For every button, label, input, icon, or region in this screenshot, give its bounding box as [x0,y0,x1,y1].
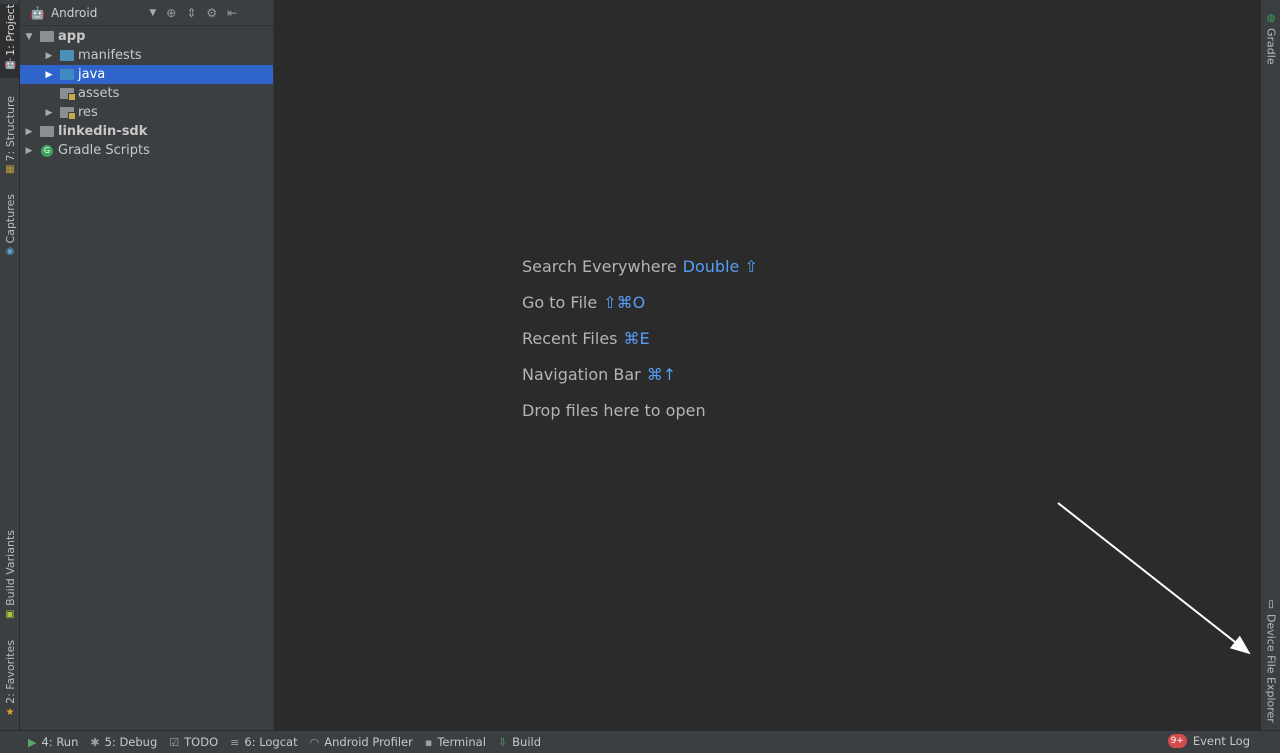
shortcut-key: ⌘↑ [646,365,677,384]
tab-todo[interactable]: ☑ TODO [169,735,218,749]
tab-run-label: 4: Run [41,735,79,749]
run-icon: ▶ [28,735,37,749]
tab-gradle[interactable]: ◍ Gradle [1261,10,1280,70]
todo-icon: ☑ [169,735,180,749]
tab-run[interactable]: ▶ 4: Run [28,735,78,749]
tree-item-label: app [58,29,86,44]
tree-item-label: assets [78,86,120,101]
gear-icon[interactable]: ⚙ [206,6,217,20]
build-icon: ⇩ [497,735,508,749]
locate-icon[interactable]: ⊕ [166,6,176,20]
camera-icon: ◉ [5,246,15,258]
tree-item-manifests[interactable]: ▶ manifests [20,46,273,65]
tab-build-label: Build [512,735,542,749]
module-folder-icon [40,31,54,42]
source-folder-icon [60,69,74,80]
hint-recent-files: Recent Files ⌘E [522,329,650,348]
tree-item-label: res [78,105,98,120]
project-panel: 🤖 Android ▼ ⊕ ⇕ ⚙ ⇤ ▼ app ▶ manifests ▶ … [20,0,274,730]
tree-item-linkedin-sdk[interactable]: ▶ linkedin-sdk [20,122,273,141]
chevron-right-icon[interactable]: ▶ [24,146,34,156]
editor-empty-area[interactable]: Search Everywhere Double ⇧ Go to File ⇧⌘O … [274,0,1259,730]
project-tree: ▼ app ▶ manifests ▶ java assets ▶ res ▶ … [20,26,273,160]
logcat-icon: ≡ [230,735,240,749]
resource-folder-icon [60,107,76,120]
tab-terminal[interactable]: ▪ Terminal [425,735,486,749]
chevron-right-icon[interactable]: ▶ [24,127,34,137]
tree-item-res[interactable]: ▶ res [20,103,273,122]
editor-hints: Search Everywhere Double ⇧ Go to File ⇧⌘O … [522,255,758,435]
tab-device-file-explorer[interactable]: ▯ Device File Explorer [1261,596,1280,723]
ide-window: 1: Project 🤖 7: Structure ▦ Captures ◉ B… [0,0,1280,753]
tab-project-label: 1: Project [3,4,17,56]
resource-folder-icon [60,88,76,101]
tree-item-label: Gradle Scripts [58,143,150,158]
tab-gradle-label: Gradle [1264,28,1278,65]
terminal-icon: ▪ [424,735,433,749]
tab-logcat[interactable]: ≡ 6: Logcat [230,735,298,749]
tab-build[interactable]: ⇩ Build [498,735,541,749]
hint-drop-files: Drop files here to open [522,401,706,420]
chevron-right-icon[interactable]: ▶ [44,70,54,80]
hint-go-to-file: Go to File ⇧⌘O [522,293,646,312]
tab-captures[interactable]: Captures ◉ [0,194,20,262]
tab-debug-label: 5: Debug [104,735,158,749]
android-icon: ▣ [5,608,15,620]
tab-debug[interactable]: ✱ 5: Debug [90,735,157,749]
gradle-icon: ◍ [1266,13,1276,24]
tree-item-gradle-scripts[interactable]: ▶ G Gradle Scripts [20,141,273,160]
tab-android-profiler-label: Android Profiler [324,735,413,749]
shortcut-key: ⇧⌘O [603,293,646,312]
tab-todo-label: TODO [184,735,219,749]
tree-item-app[interactable]: ▼ app [20,27,273,46]
tab-structure[interactable]: 7: Structure ▦ [0,96,20,176]
collapse-all-icon[interactable]: ⇕ [186,6,196,20]
tab-build-variants-label: Build Variants [3,530,17,606]
android-icon: 🤖 [30,5,45,20]
bug-icon: ✱ [90,735,100,749]
android-icon: 🤖 [4,58,17,70]
tab-logcat-label: 6: Logcat [244,735,298,749]
tab-favorites-label: 2: Favorites [3,640,17,704]
project-panel-header: 🤖 Android ▼ ⊕ ⇕ ⚙ ⇤ [20,0,273,26]
shortcut-key: ⌘E [623,329,650,348]
shortcut-key: Double ⇧ [682,257,758,276]
hint-navigation-bar: Navigation Bar ⌘↑ [522,365,677,384]
module-folder-icon [40,126,54,137]
tree-item-assets[interactable]: assets [20,84,273,103]
star-icon: ★ [5,706,15,718]
tree-item-label: java [78,67,106,82]
right-tool-strip: ◍ Gradle ▯ Device File Explorer [1260,0,1280,730]
structure-icon: ▦ [5,164,15,176]
tab-event-log-label: Event Log [1192,734,1250,748]
tree-item-label: manifests [78,48,142,63]
tree-item-java[interactable]: ▶ java [20,65,273,84]
tab-favorites[interactable]: 2: Favorites ★ [0,640,20,720]
notification-badge: 9+ [1167,734,1187,748]
hide-panel-icon[interactable]: ⇤ [227,6,237,20]
chevron-down-icon[interactable]: ▼ [149,8,156,18]
tab-terminal-label: Terminal [437,735,486,749]
tree-item-label: linkedin-sdk [58,124,148,139]
bottom-tool-bar: ▶ 4: Run ✱ 5: Debug ☑ TODO ≡ 6: Logcat ◠… [0,730,1280,753]
chevron-right-icon[interactable]: ▶ [44,108,54,118]
tab-android-profiler[interactable]: ◠ Android Profiler [310,735,413,749]
tab-project[interactable]: 1: Project 🤖 [0,4,20,78]
tab-captures-label: Captures [3,194,17,244]
chevron-down-icon[interactable]: ▼ [24,32,34,42]
folder-icon [60,50,74,61]
hint-search-everywhere: Search Everywhere Double ⇧ [522,257,758,276]
tab-event-log[interactable]: 9+ Event Log [1167,734,1250,748]
tab-structure-label: 7: Structure [3,96,17,162]
tab-device-file-explorer-label: Device File Explorer [1264,614,1278,723]
view-mode-select[interactable]: Android [51,6,97,20]
device-icon: ▯ [1268,599,1274,610]
gauge-icon: ◠ [309,735,320,749]
left-tool-strip: 1: Project 🤖 7: Structure ▦ Captures ◉ B… [0,0,20,730]
gradle-icon: G [41,144,53,157]
chevron-right-icon[interactable]: ▶ [44,51,54,61]
tab-build-variants[interactable]: Build Variants ▣ [0,530,20,622]
